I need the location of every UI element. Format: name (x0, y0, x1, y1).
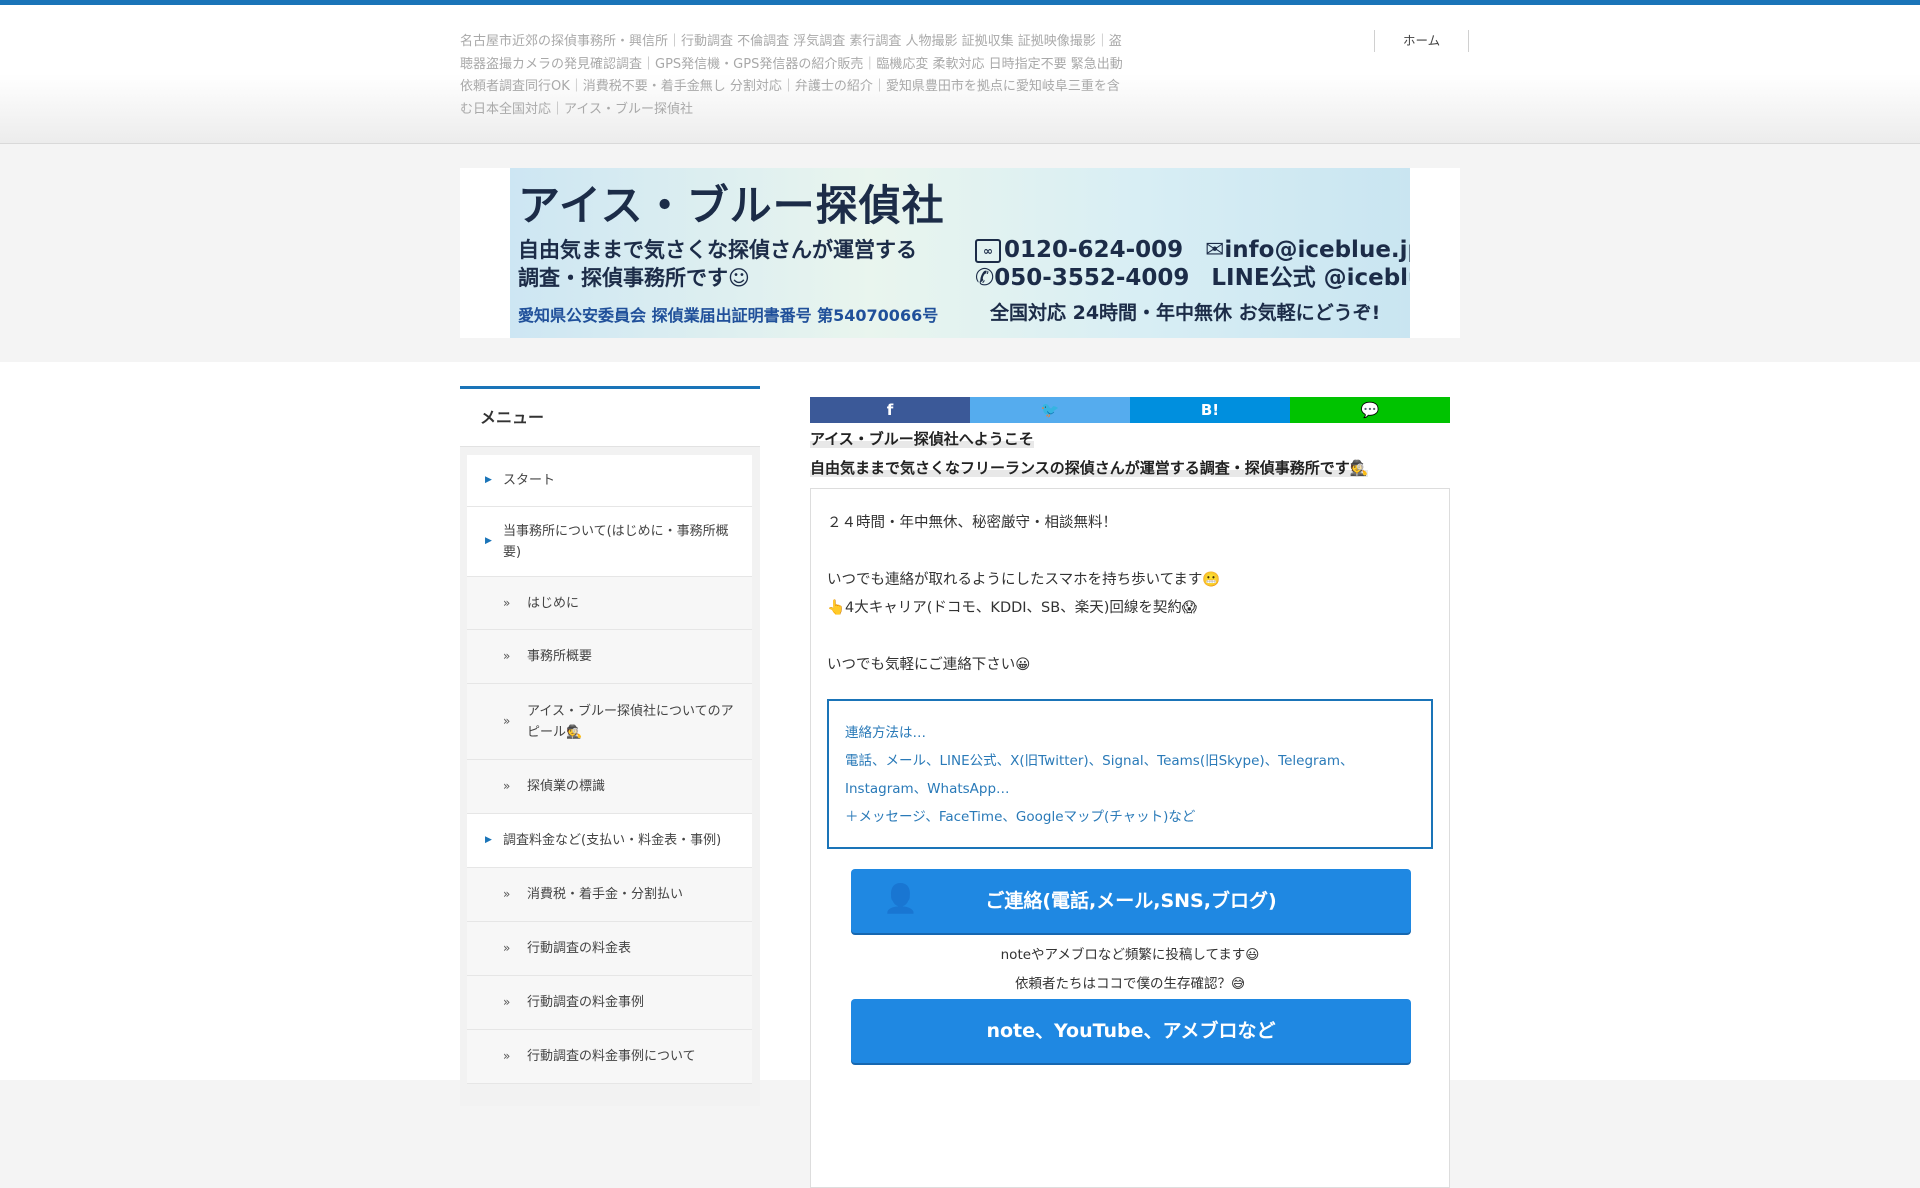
site-header: 名古屋市近郊の探偵事務所・興信所｜行動調査 不倫調査 浮気調査 素行調査 人物撮… (0, 5, 1920, 144)
sidebar-item[interactable]: » 探偵業の標識 (467, 760, 752, 814)
welcome-heading: アイス・ブルー探偵社へようこそ 自由気ままで気さくなフリーランスの探偵さんが運営… (810, 427, 1450, 480)
blog-note: noteやアメブロなど頻繁に投稿してます😃 依頼者たちはココで僕の生存確認？😅 (827, 941, 1433, 999)
sidebar-item-label: 事務所概要 (527, 649, 593, 664)
sidebar-item[interactable]: ▶ 調査料金など(支払い・料金表・事例) (467, 814, 752, 868)
banner-tagline: 自由気ままで気さくな探偵さんが運営する 調査・探偵事務所です☺ (518, 236, 917, 292)
sidebar-item-label: アイス・ブルー探偵社についてのアピール🕵 (527, 703, 734, 740)
banner-title: アイス・ブルー探偵社 (518, 181, 945, 230)
main-content: f 🐦 B! 💬 アイス・ブルー探偵社へようこそ 自由気ままで気さくなフリーラン… (810, 397, 1450, 1188)
double-chevron-right-icon: » (503, 995, 511, 1009)
banner-license: 愛知県公安委員会 探偵業届出証明書番号 第54070066号 (518, 306, 939, 325)
sidebar-item[interactable]: » 行動調査の料金事例 (467, 976, 752, 1030)
sidebar-item-label: 行動調査の料金事例について (527, 1049, 696, 1064)
banner-email: ✉info@iceblue.jp (1205, 237, 1410, 263)
sidebar-item-label: 消費税・着手金・分割払い (527, 887, 684, 902)
sidebar-item[interactable]: » 行動調査の料金事例について (467, 1030, 752, 1084)
user-chat-icon: 👤 (883, 882, 918, 915)
global-nav: ホーム (1374, 30, 1470, 52)
banner-phone: ✆050-3552-4009 (975, 265, 1190, 291)
social-links-button-label: note、YouTube、アメブロなど (986, 1020, 1276, 1042)
sidebar-item-label: 行動調査の料金事例 (527, 995, 645, 1010)
contact-button-label: ご連絡(電話,メール,SNS,ブログ) (985, 890, 1277, 912)
double-chevron-right-icon: » (503, 1049, 511, 1063)
blog-note-1: noteやアメブロなど頻繁に投稿してます😃 (1000, 947, 1260, 963)
contact-methods-extra: ＋メッセージ、FaceTime、Googleマップ(チャット)など (845, 809, 1196, 825)
double-chevron-right-icon: » (503, 887, 511, 901)
contact-button[interactable]: 👤 ご連絡(電話,メール,SNS,ブログ) (851, 869, 1411, 933)
social-links-button[interactable]: note、YouTube、アメブロなど (851, 999, 1411, 1063)
sidebar-item-label: 調査料金など(支払い・料金表・事例) (503, 833, 722, 848)
blog-note-2: 依頼者たちはココで僕の生存確認？😅 (1014, 976, 1246, 992)
double-chevron-right-icon: » (503, 714, 511, 728)
share-facebook-button[interactable]: f (810, 397, 970, 423)
share-hatena-button[interactable]: B! (1130, 397, 1290, 423)
header-banner[interactable]: アイス・ブルー探偵社 自由気ままで気さくな探偵さんが運営する 調査・探偵事務所で… (510, 168, 1410, 338)
triangle-right-icon: ▶ (485, 835, 492, 845)
intro-text-1: ２４時間・年中無休、秘密厳守・相談無料！ (827, 515, 1117, 531)
banner-tagline-1: 自由気ままで気さくな探偵さんが運営する (518, 238, 917, 262)
sidebar-item-label: スタート (503, 473, 556, 488)
free-dial-icon: ∞ (975, 238, 1001, 263)
sidebar-item[interactable]: ▶ 当事務所について(はじめに・事務所概要) (467, 507, 752, 577)
double-chevron-right-icon: » (503, 779, 511, 793)
header-banner-area: アイス・ブルー探偵社 自由気ままで気さくな探偵さんが運営する 調査・探偵事務所で… (460, 168, 1460, 338)
share-twitter-button[interactable]: 🐦 (970, 397, 1130, 423)
contact-methods-box: 連絡方法は… 電話、メール、LINE公式、X(旧Twitter)、Signal、… (827, 699, 1433, 849)
banner-line: LINE公式 @iceblue (1211, 265, 1410, 291)
double-chevron-right-icon: » (503, 649, 511, 663)
sidebar-item[interactable]: » 事務所概要 (467, 630, 752, 684)
sidebar-menu: メニュー ▶ スタート ▶ 当事務所について(はじめに・事務所概要) » はじめに » 事務所… (460, 386, 760, 1106)
triangle-right-icon: ▶ (485, 536, 492, 546)
double-chevron-right-icon: » (503, 595, 511, 610)
sidebar-item[interactable]: » 消費税・着手金・分割払い (467, 868, 752, 922)
menu-list: ▶ スタート ▶ 当事務所について(はじめに・事務所概要) » はじめに » 事務所概要 » アイ… (467, 455, 752, 1084)
share-line-button[interactable]: 💬 (1290, 397, 1450, 423)
sidebar-item-label: 探偵業の標識 (527, 779, 606, 794)
sidebar-item[interactable]: ▶ スタート (467, 455, 752, 507)
banner-tagline-2: 調査・探偵事務所です☺ (518, 266, 750, 290)
nav-home-link[interactable]: ホーム (1374, 30, 1470, 52)
banner-freedial: ∞ 0120-624-009 (975, 236, 1183, 264)
intro-text-3: 👆4大キャリア(ドコモ、KDDI、SB、楽天)回線を契約😱 (827, 600, 1197, 616)
sidebar-item[interactable]: » 行動調査の料金表 (467, 922, 752, 976)
intro-box: ２４時間・年中無休、秘密厳守・相談無料！ いつでも連絡が取れるようにしたスマホを… (810, 488, 1450, 1188)
banner-contact: ∞ 0120-624-009 ✉info@iceblue.jp ✆050-3552… (975, 236, 1410, 292)
contact-methods-list: 電話、メール、LINE公式、X(旧Twitter)、Signal、Teams(旧… (845, 753, 1354, 797)
sidebar-item-label: 行動調査の料金表 (527, 941, 632, 956)
sidebar-item-label: 当事務所について(はじめに・事務所概要) (503, 523, 729, 560)
banner-availability: 全国対応 24時間・年中無休 お気軽にどうぞ! (990, 302, 1381, 324)
contact-methods-title: 連絡方法は… (845, 725, 926, 741)
share-bar: f 🐦 B! 💬 (810, 397, 1450, 423)
intro-text-2: いつでも連絡が取れるようにしたスマホを持ち歩いてます😬 (827, 572, 1221, 588)
welcome-line-2: 自由気ままで気さくなフリーランスの探偵さんが運営する調査・探偵事務所です🕵 (810, 459, 1369, 477)
sidebar-item-label: はじめに (527, 595, 580, 611)
sidebar-item[interactable]: » アイス・ブルー探偵社についてのアピール🕵 (467, 684, 752, 760)
site-description: 名古屋市近郊の探偵事務所・興信所｜行動調査 不倫調査 浮気調査 素行調査 人物撮… (460, 34, 1123, 117)
menu-title: メニュー (460, 389, 760, 447)
intro-text-4: いつでも気軽にご連絡下さい😀 (827, 657, 1031, 673)
double-chevron-right-icon: » (503, 941, 511, 955)
triangle-right-icon: ▶ (485, 475, 492, 485)
sidebar-item[interactable]: » はじめに (467, 577, 752, 630)
welcome-line-1: アイス・ブルー探偵社へようこそ (810, 430, 1034, 448)
